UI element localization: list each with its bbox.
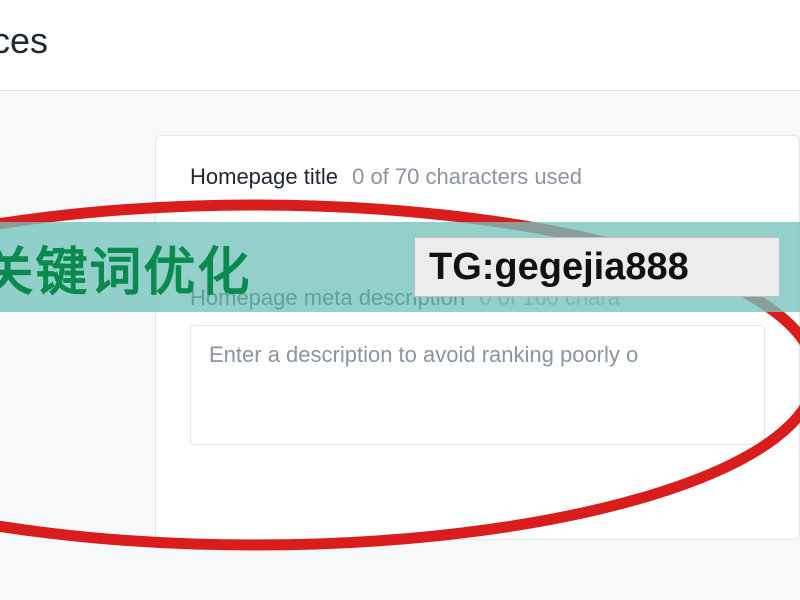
seo-form-card: Homepage title 0 of 70 characters used H… xyxy=(155,135,800,540)
homepage-title-charcount: 0 of 70 characters used xyxy=(352,164,582,190)
sidebar-fragment: s xyxy=(0,288,1,314)
page-title: rences xyxy=(0,0,48,92)
homepage-title-row: Homepage title 0 of 70 characters used xyxy=(190,164,765,190)
meta-description-label: Homepage meta description xyxy=(190,285,465,310)
meta-description-row: Homepage meta description 0 of 160 chara xyxy=(190,285,765,311)
meta-description-charcount: 0 of 160 chara xyxy=(479,285,620,311)
meta-description-input[interactable] xyxy=(190,325,765,445)
homepage-title-label: Homepage title xyxy=(190,164,338,189)
